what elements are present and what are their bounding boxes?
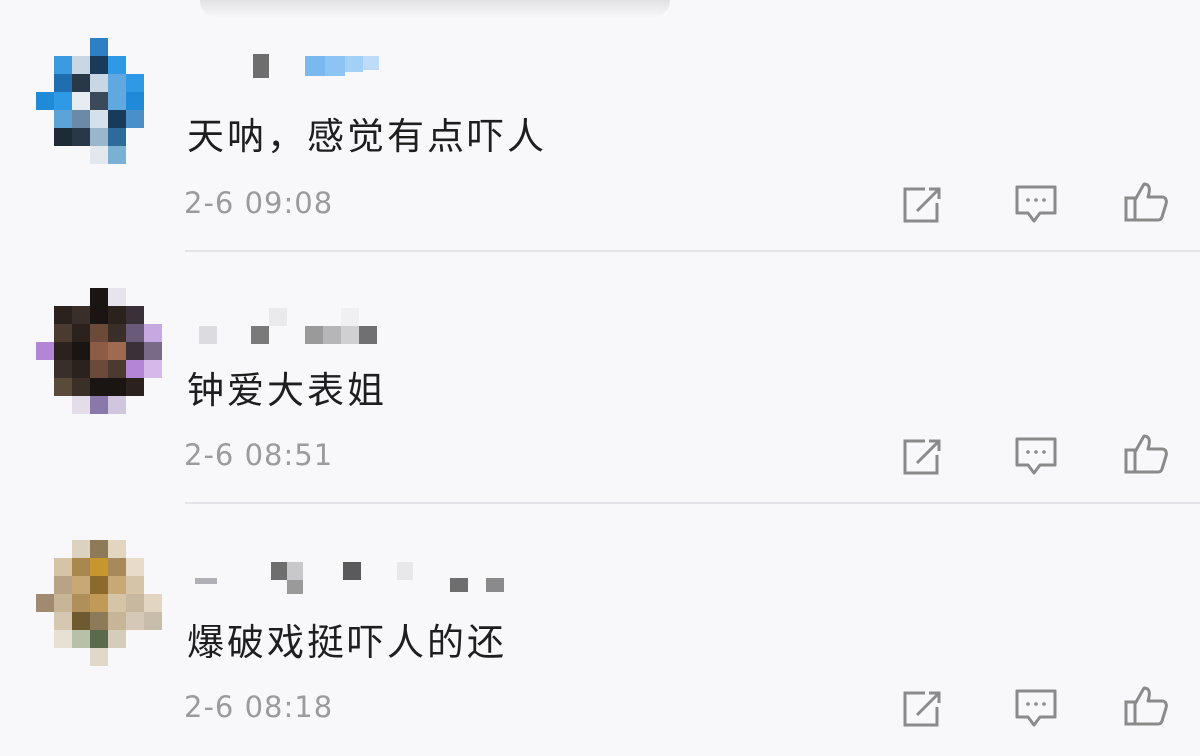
like-button[interactable] (1122, 432, 1170, 476)
comment-item: 天呐，感觉有点吓人 2-6 09:08 (0, 0, 1200, 252)
like-button[interactable] (1122, 684, 1170, 728)
comment-text: 爆破戏挺吓人的还 (187, 621, 507, 664)
comment-item: 钟爱大表姐 2-6 08:51 (0, 252, 1200, 504)
comment-time: 2-6 08:51 (184, 438, 334, 472)
username-redacted[interactable] (185, 52, 445, 92)
comment-time: 2-6 09:08 (184, 186, 334, 220)
comment-text: 天呐，感觉有点吓人 (187, 115, 547, 158)
share-button[interactable] (899, 435, 947, 479)
comment-icon (1015, 437, 1057, 475)
username-redacted-suffix[interactable] (450, 574, 510, 614)
avatar[interactable] (36, 540, 162, 666)
reply-button[interactable] (1012, 183, 1060, 227)
comment-icon (1015, 185, 1057, 223)
avatar[interactable] (36, 288, 162, 414)
share-button[interactable] (899, 183, 947, 227)
comment-time: 2-6 08:18 (184, 690, 334, 724)
reply-button[interactable] (1012, 435, 1060, 479)
like-button[interactable] (1122, 180, 1170, 224)
avatar[interactable] (36, 38, 162, 164)
reply-button[interactable] (1012, 687, 1060, 731)
thumbs-up-icon (1124, 182, 1168, 222)
share-icon (903, 439, 941, 475)
share-button[interactable] (899, 687, 947, 731)
comment-text: 钟爱大表姐 (187, 369, 387, 412)
share-icon (903, 187, 941, 223)
username-redacted[interactable] (185, 556, 445, 596)
thumbs-up-icon (1124, 686, 1168, 726)
comment-icon (1015, 689, 1057, 727)
username-redacted[interactable] (185, 306, 445, 346)
thumbs-up-icon (1124, 434, 1168, 474)
share-icon (903, 691, 941, 727)
comment-item: 爆破戏挺吓人的还 2-6 08:18 (0, 504, 1200, 756)
